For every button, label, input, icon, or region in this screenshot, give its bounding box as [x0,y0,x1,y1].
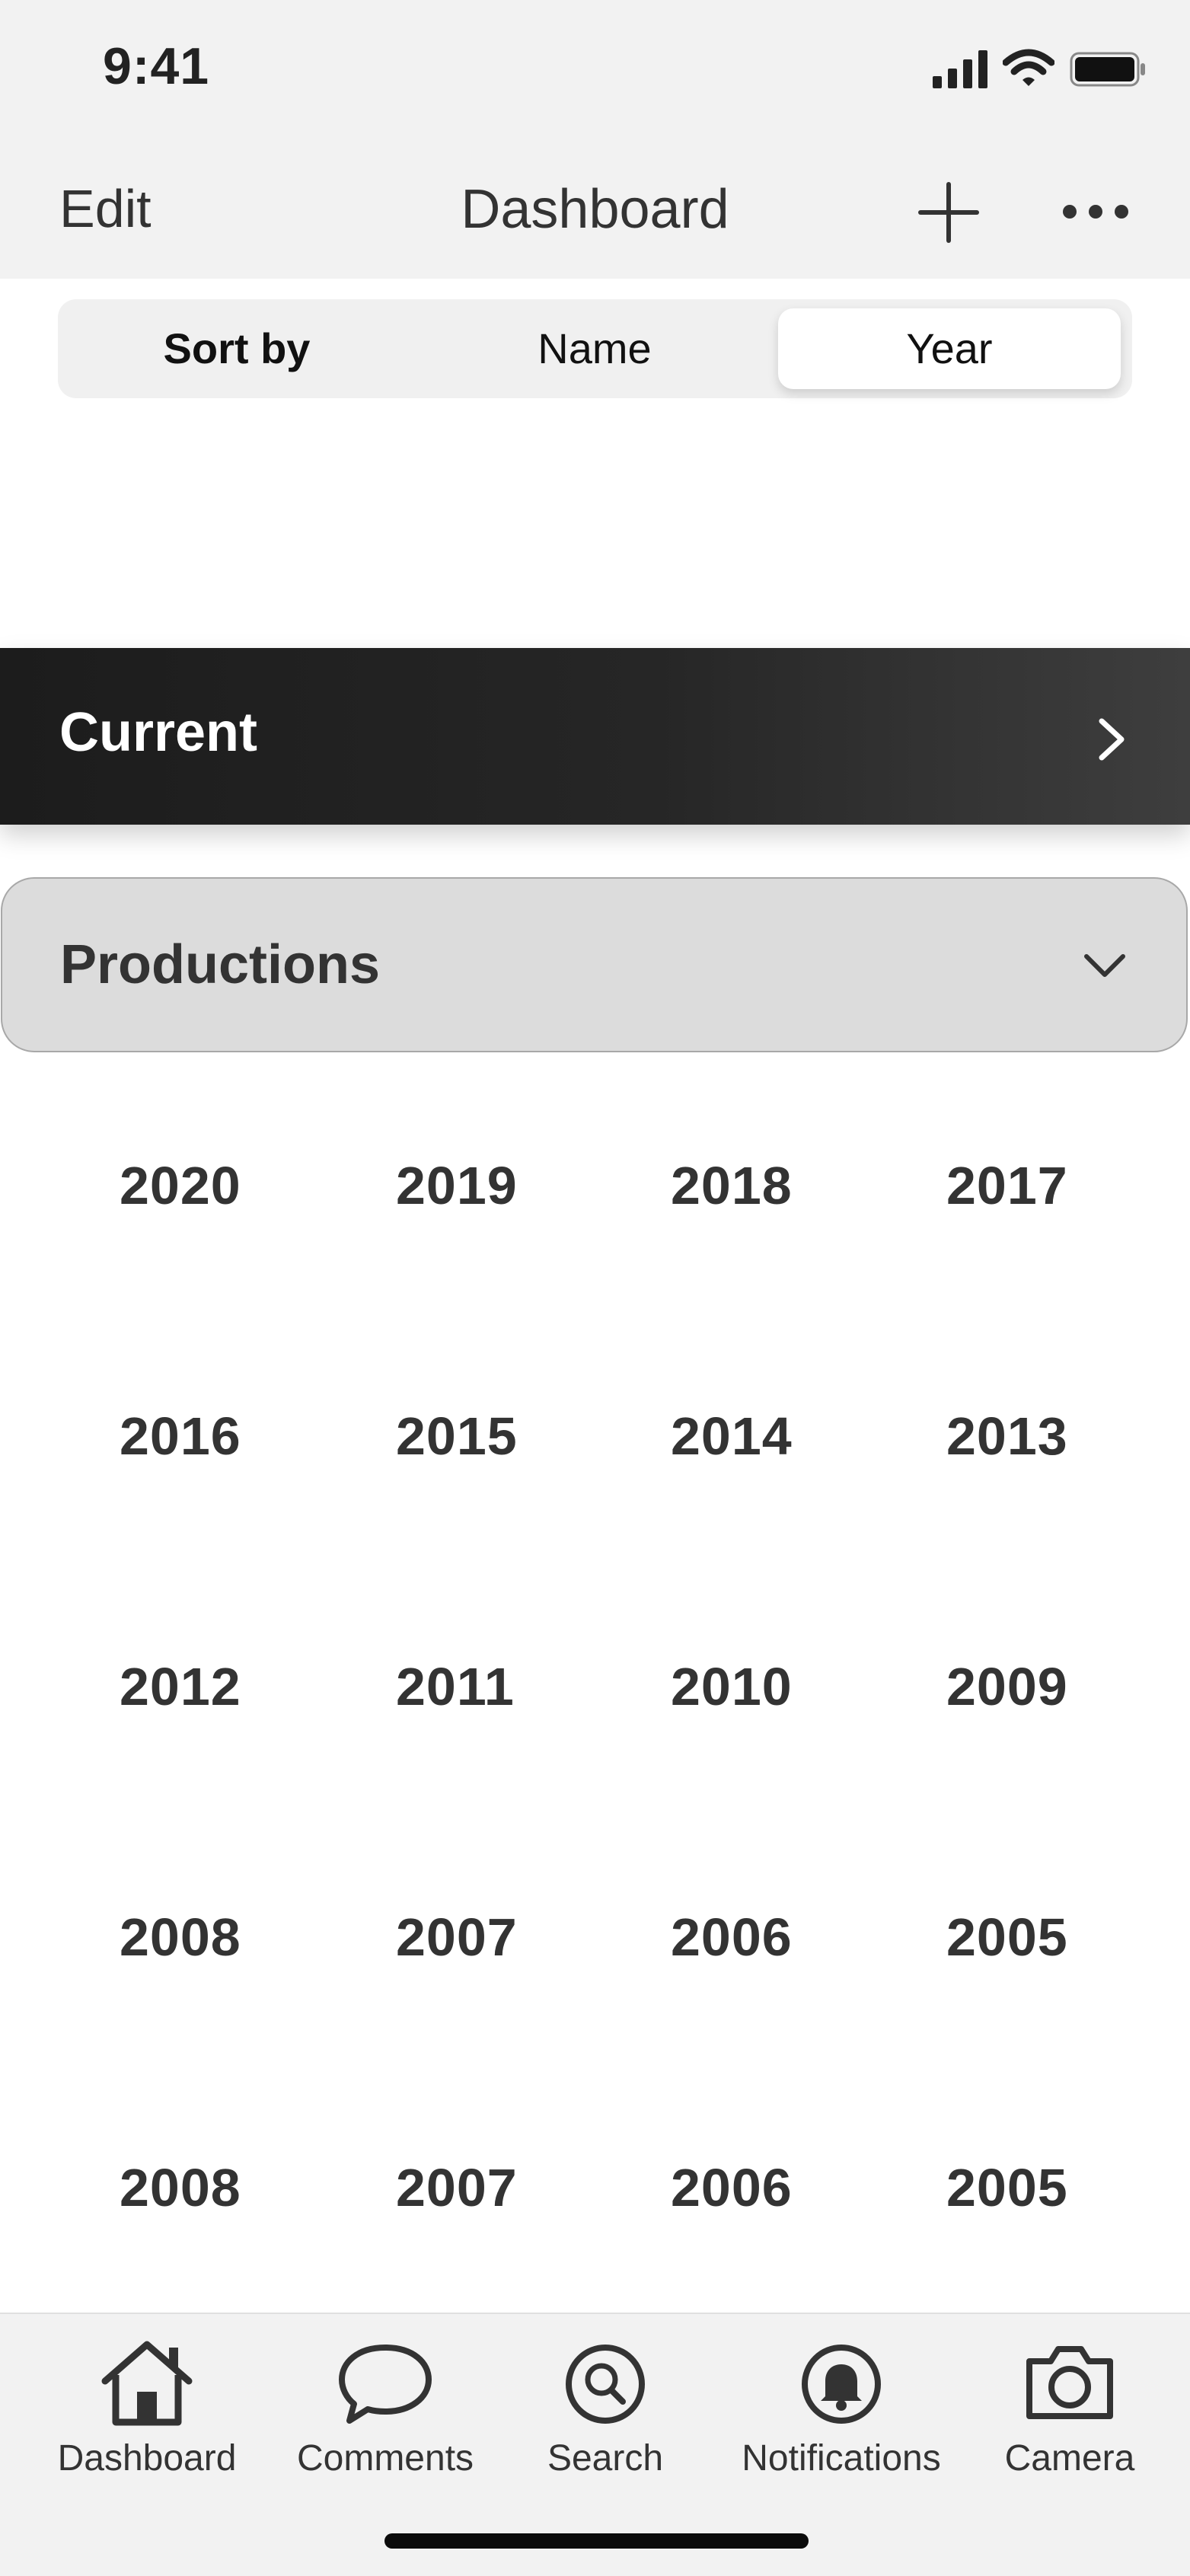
chevron-right-icon [1099,718,1125,761]
year-item[interactable]: 2015 [396,1406,518,1467]
year-item[interactable]: 2017 [946,1155,1068,1216]
year-item[interactable]: 2008 [120,2157,241,2218]
home-icon [101,2341,193,2426]
year-item[interactable]: 2007 [396,1907,518,1968]
year-item[interactable]: 2019 [396,1155,518,1216]
year-item[interactable]: 2010 [671,1656,793,1717]
sort-option-year[interactable]: Year [778,308,1121,389]
year-item[interactable]: 2012 [120,1656,241,1717]
current-row[interactable]: Current [0,648,1190,825]
sort-segmented-control: Sort by Name Year [58,299,1132,398]
year-item[interactable]: 2020 [120,1155,241,1216]
tab-notifications[interactable]: Notifications [727,2337,956,2520]
year-item[interactable]: 2005 [946,2157,1068,2218]
status-time: 9:41 [103,37,210,95]
camera-icon [1026,2346,1113,2419]
tab-search[interactable]: Search [525,2337,685,2520]
year-item[interactable]: 2006 [671,2157,793,2218]
wifi-icon [1003,49,1054,86]
tab-label: Search [547,2438,664,2479]
home-indicator [384,2533,809,2549]
battery-icon [1070,52,1145,87]
year-item[interactable]: 2008 [120,1907,241,1968]
year-item[interactable]: 2016 [120,1406,241,1467]
speech-bubble-icon [339,2345,432,2424]
sort-by-label: Sort by [163,324,311,372]
ellipsis-icon[interactable] [1061,196,1131,227]
tab-label: Comments [296,2438,474,2479]
year-item[interactable]: 2005 [946,1907,1068,1968]
productions-accordion[interactable]: Productions [1,877,1188,1052]
year-item[interactable]: 2018 [671,1155,793,1216]
bell-icon [802,2345,881,2424]
year-item[interactable]: 2007 [396,2157,518,2218]
tab-comments[interactable]: Comments [288,2337,483,2520]
tab-label: Dashboard [57,2438,237,2479]
tab-label: Notifications [742,2438,941,2479]
year-item[interactable]: 2009 [946,1656,1068,1717]
year-item[interactable]: 2011 [396,1656,515,1717]
year-item[interactable]: 2006 [671,1907,793,1968]
edit-button[interactable]: Edit [59,178,152,239]
year-grid: 2020 2019 2018 2017 2016 2015 2014 2013 … [0,1052,1190,2313]
year-item[interactable]: 2014 [671,1406,793,1467]
current-label: Current [59,702,258,763]
plus-icon[interactable] [917,181,980,244]
sort-option-name[interactable]: Name [416,299,774,398]
signal-icon [933,50,987,88]
productions-label: Productions [60,934,381,995]
chevron-down-icon [1084,954,1125,977]
tab-label: Camera [1004,2438,1135,2479]
tab-camera[interactable]: Camera [990,2337,1150,2520]
tab-dashboard[interactable]: Dashboard [44,2337,250,2520]
year-item[interactable]: 2013 [946,1406,1068,1467]
page-title: Dashboard [461,179,729,240]
search-icon [566,2345,645,2424]
